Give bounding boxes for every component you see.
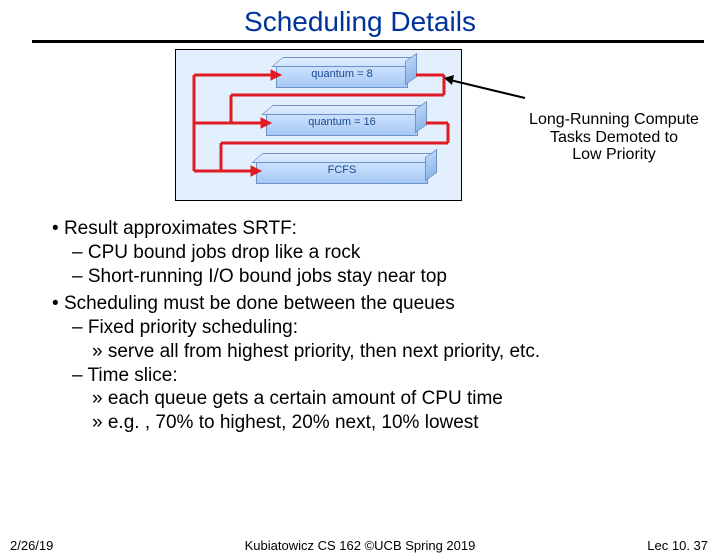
- bullet-1b: Short-running I/O bound jobs stay near t…: [72, 265, 704, 289]
- bullet-2a1: serve all from highest priority, then ne…: [92, 340, 704, 364]
- annotation-text: Long-Running Compute Tasks Demoted to Lo…: [509, 111, 719, 164]
- diagram: quantum = 8 quantum = 16 FCFS: [0, 49, 720, 209]
- bullet-2b: Time slice: each queue gets a certain am…: [72, 364, 704, 435]
- bullet-2a: Fixed priority scheduling: serve all fro…: [72, 316, 704, 364]
- footer-center: Kubiatowicz CS 162 ©UCB Spring 2019: [0, 538, 720, 553]
- body-content: Result approximates SRTF: CPU bound jobs…: [32, 217, 704, 435]
- annotation-line-3: Low Priority: [509, 146, 719, 164]
- demotion-arrows: [176, 50, 461, 200]
- bullet-2b2: e.g. , 70% to highest, 20% next, 10% low…: [92, 411, 704, 435]
- bullet-1a: CPU bound jobs drop like a rock: [72, 241, 704, 265]
- annotation-arrow-icon: [440, 75, 530, 105]
- diagram-frame: quantum = 8 quantum = 16 FCFS: [175, 49, 462, 201]
- bullet-1: Result approximates SRTF: CPU bound jobs…: [52, 217, 704, 288]
- annotation-line-1: Long-Running Compute: [509, 111, 719, 129]
- bullet-2: Scheduling must be done between the queu…: [52, 292, 704, 435]
- title-rule: [32, 40, 704, 43]
- slide-title: Scheduling Details: [0, 6, 720, 38]
- footer-page: Lec 10. 37: [647, 538, 708, 553]
- bullet-2b1: each queue gets a certain amount of CPU …: [92, 387, 704, 411]
- annotation-line-2: Tasks Demoted to: [509, 129, 719, 147]
